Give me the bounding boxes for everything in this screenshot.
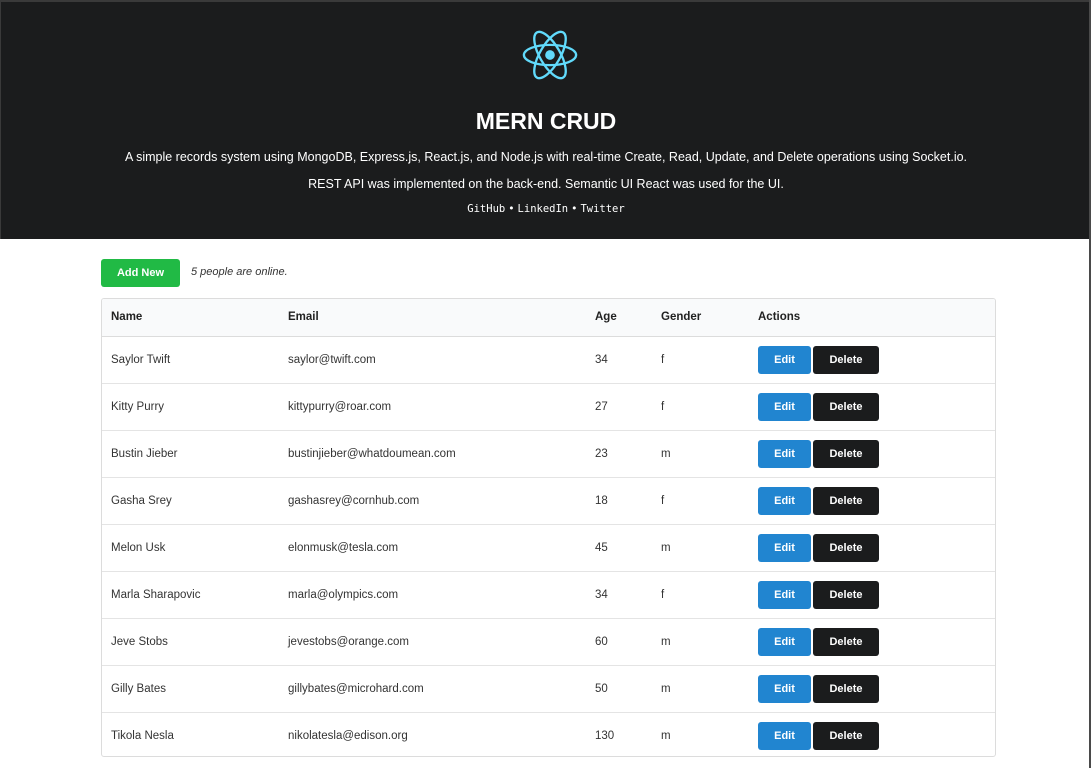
table-row: Gasha Srey gashasrey@cornhub.com 18 f Edit De… <box>102 476 995 524</box>
cell-email: gillybates@microhard.com <box>279 664 586 712</box>
cell-actions: Edit Delete <box>749 429 995 477</box>
column-header-actions: Actions <box>749 299 995 337</box>
cell-gender: f <box>661 353 665 366</box>
cell-gender: m <box>652 664 749 712</box>
table-row: Gilly Bates gillybates@microhard.com 50 m Ed… <box>102 664 995 712</box>
cell-age: 45 <box>586 523 652 571</box>
cell-gender: m <box>652 617 749 665</box>
edit-button[interactable]: Edit <box>758 486 811 515</box>
delete-button[interactable]: Delete <box>813 392 879 421</box>
edit-button[interactable]: Edit <box>758 721 811 750</box>
edit-button[interactable]: Edit <box>758 627 811 656</box>
cell-age: 34 <box>586 570 652 618</box>
github-link[interactable]: GitHub <box>467 203 505 215</box>
cell-actions: Edit Delete <box>749 570 995 618</box>
cell-actions: Edit Delete <box>749 664 995 712</box>
records-table: Name Email Age Gender Actions Saylor Twi… <box>101 298 996 757</box>
cell-name: Tikola Nesla <box>102 711 279 756</box>
cell-age: 34 <box>595 353 608 366</box>
column-header-gender: Gender <box>652 299 749 337</box>
table-row: Jeve Stobs jevestobs@orange.com 60 m Edit Del… <box>102 617 995 665</box>
cell-name: Jeve Stobs <box>102 617 279 665</box>
table-row: Tikola Nesla nikolatesla@edison.org 130 m Ed… <box>102 711 995 756</box>
cell-name: Melon Usk <box>102 523 279 571</box>
table-row: Marla Sharapovic marla@olympics.com 34 f Edi… <box>102 570 995 618</box>
cell-name: Gasha Srey <box>102 476 279 524</box>
link-separator: • <box>508 203 515 215</box>
cell-gender: m <box>652 429 749 477</box>
cell-actions: Edit Delete <box>749 336 995 383</box>
edit-button[interactable]: Edit <box>758 533 811 562</box>
cell-name: Marla Sharapovic <box>102 570 279 618</box>
cell-actions: Edit Delete <box>749 382 995 430</box>
edit-button[interactable]: Edit <box>758 392 811 421</box>
cell-email: kittypurry@roar.com <box>279 382 586 430</box>
cell-age: 130 <box>586 711 652 756</box>
cell-name: Gilly Bates <box>102 664 279 712</box>
table-row: Saylor Twift saylor@twift.com 34 f Edit Delet… <box>102 336 995 383</box>
column-header-age: Age <box>586 299 652 337</box>
delete-button[interactable]: Delete <box>813 721 879 750</box>
cell-age: 18 <box>586 476 652 524</box>
table-row: Melon Usk elonmusk@tesla.com 45 m Edit Delete <box>102 523 995 571</box>
delete-button[interactable]: Delete <box>813 580 879 609</box>
cell-name: Saylor Twift <box>111 353 171 366</box>
edit-button[interactable]: Edit <box>758 580 811 609</box>
cell-actions: Edit Delete <box>749 476 995 524</box>
cell-email: bustinjieber@whatdoumean.com <box>279 429 586 477</box>
react-logo-icon <box>522 30 578 80</box>
cell-age: 23 <box>586 429 652 477</box>
cell-gender: m <box>652 711 749 756</box>
cell-actions: Edit Delete <box>749 523 995 571</box>
cell-name: Kitty Purry <box>102 382 279 430</box>
cell-actions: Edit Delete <box>749 617 995 665</box>
edit-button[interactable]: Edit <box>758 674 811 703</box>
cell-name: Bustin Jieber <box>102 429 279 477</box>
cell-email: nikolatesla@edison.org <box>279 711 586 756</box>
edit-button[interactable]: Edit <box>758 439 811 468</box>
table-row: Kitty Purry kittypurry@roar.com 27 f Edit Del… <box>102 382 995 430</box>
page-title: MERN CRUD <box>475 108 617 134</box>
link-separator: • <box>571 203 578 215</box>
cell-actions: Edit Delete <box>749 711 995 756</box>
cell-email: elonmusk@tesla.com <box>279 523 586 571</box>
cell-email: marla@olympics.com <box>279 570 586 618</box>
online-status: 5 people are online. <box>191 266 288 278</box>
add-new-button[interactable]: Add New <box>101 259 180 287</box>
cell-gender: f <box>652 476 749 524</box>
cell-gender: f <box>652 382 749 430</box>
column-header-email: Email <box>279 299 586 337</box>
cell-age: 50 <box>586 664 652 712</box>
cell-age: 60 <box>586 617 652 665</box>
social-links: GitHub • LinkedIn • Twitter <box>1 203 1091 215</box>
cell-email: jevestobs@orange.com <box>279 617 586 665</box>
table-header-row: Name Email Age Gender Actions <box>102 299 995 337</box>
column-header-name: Name <box>102 299 279 337</box>
description-line-1: A simple records system using MongoDB, E… <box>124 150 968 164</box>
table-row: Bustin Jieber bustinjieber@whatdoumean.co… <box>102 429 995 477</box>
delete-button[interactable]: Delete <box>813 439 879 468</box>
page-header: MERN CRUD A simple records system using … <box>0 0 1091 239</box>
delete-button[interactable]: Delete <box>813 674 879 703</box>
linkedin-link[interactable]: LinkedIn <box>518 203 569 215</box>
cell-email: gashasrey@cornhub.com <box>279 476 586 524</box>
delete-button[interactable]: Delete <box>813 345 879 374</box>
cell-age: 27 <box>586 382 652 430</box>
cell-gender: f <box>652 570 749 618</box>
cell-gender: m <box>652 523 749 571</box>
twitter-link[interactable]: Twitter <box>580 203 624 215</box>
edit-button[interactable]: Edit <box>758 345 811 374</box>
delete-button[interactable]: Delete <box>813 627 879 656</box>
cell-email: saylor@twift.com <box>288 353 376 366</box>
delete-button[interactable]: Delete <box>813 533 879 562</box>
description-line-2: REST API was implemented on the back-end… <box>308 177 784 191</box>
delete-button[interactable]: Delete <box>813 486 879 515</box>
